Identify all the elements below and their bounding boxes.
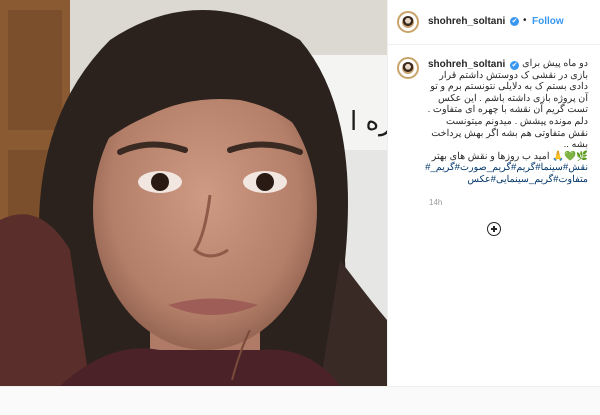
- post-timestamp: 14h: [429, 198, 443, 207]
- caption-avatar[interactable]: [397, 57, 419, 79]
- portrait-image: زه ا: [0, 0, 387, 386]
- instagram-post: زه ا shohreh_soltani ✔ • Follow shohreh_…: [0, 0, 600, 415]
- caption-line: دلم مونده پیشش . میدونم میتونست: [445, 115, 588, 127]
- caption-line: دو ماه پیش برای: [522, 58, 588, 69]
- post-side-panel: shohreh_soltani ✔ • Follow shohreh_solta…: [387, 0, 600, 386]
- hashtag-line[interactable]: متفاوت#گریم_سینمایی#عکس: [428, 174, 588, 186]
- separator-dot: •: [523, 15, 527, 26]
- caption-text: دو ماه پیش برای بازی در نقشی ک دوستش داش…: [425, 58, 588, 186]
- follow-button[interactable]: Follow: [532, 16, 564, 27]
- verified-badge-icon: ✔: [510, 17, 519, 26]
- caption-line: بشه ..: [563, 139, 588, 151]
- add-comment-plus-icon[interactable]: [487, 222, 501, 236]
- svg-text:زه ا: زه ا: [350, 107, 387, 137]
- caption-line: نقش متفاوتی هم بشه اگر بهش پرداخت: [431, 127, 588, 139]
- bottom-bar: [0, 386, 600, 415]
- caption-line: بازی در نقشی ک دوستش داشتم قرار: [439, 69, 588, 81]
- header-username[interactable]: shohreh_soltani: [428, 16, 505, 27]
- caption-line: تست گریم آن نقشه با چهره ای متفاوت .: [427, 104, 588, 116]
- caption-line: 🌿💚🙏 امید ب روزها و نقش های بهتر: [431, 150, 588, 162]
- post-photo[interactable]: زه ا: [0, 0, 387, 386]
- hashtag-line[interactable]: نقش#سینما#گریم#گریم_صورت#گریم_#: [425, 162, 588, 174]
- caption-line: آن پروژه بازی داشته باشم . این عکس: [438, 92, 588, 104]
- caption-line: دادی بستم ک به دلایلی نتونستم برم و تو: [430, 81, 588, 93]
- post-header: shohreh_soltani ✔ • Follow: [388, 0, 600, 45]
- avatar[interactable]: [397, 11, 419, 33]
